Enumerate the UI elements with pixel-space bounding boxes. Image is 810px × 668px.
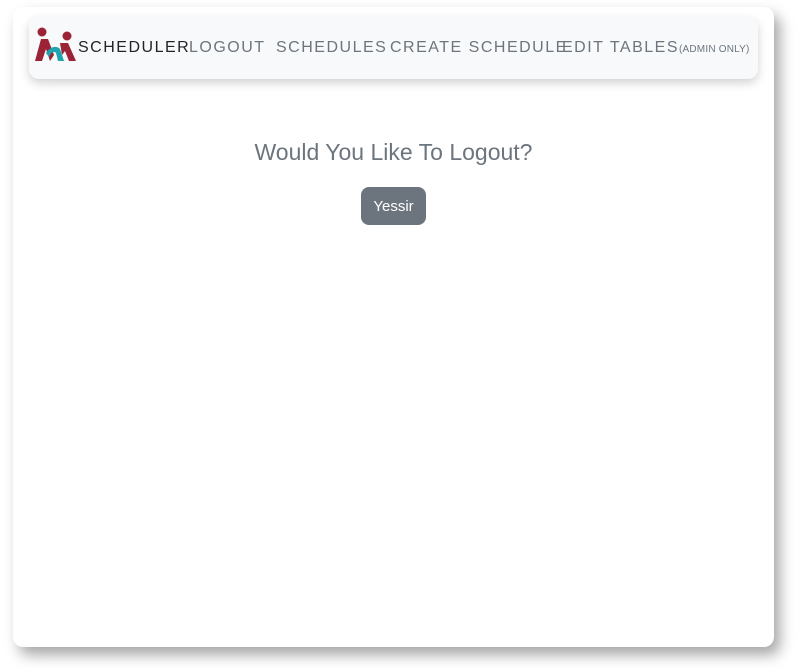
nav-link-logout[interactable]: LOGOUT — [189, 17, 266, 79]
nav-link-create-schedule[interactable]: CREATE SCHEDULE — [390, 17, 568, 79]
brand-link[interactable]: SCHEDULER — [78, 17, 190, 79]
brand-logo-icon[interactable] — [32, 27, 78, 63]
logout-prompt-heading: Would You Like To Logout? — [254, 139, 533, 165]
nav-link-edit-tables-label: EDIT TABLES — [562, 39, 679, 56]
nav-link-schedules[interactable]: SCHEDULES — [276, 17, 387, 79]
admin-only-note: (ADMIN ONLY) — [678, 44, 750, 55]
nav-link-edit-tables[interactable]: EDIT TABLES(ADMIN ONLY) — [562, 17, 750, 79]
main-card: SCHEDULER LOGOUT SCHEDULES CREATE SCHEDU… — [13, 7, 774, 647]
navbar: SCHEDULER LOGOUT SCHEDULES CREATE SCHEDU… — [29, 17, 758, 79]
confirm-logout-button[interactable]: Yessir — [361, 187, 426, 225]
